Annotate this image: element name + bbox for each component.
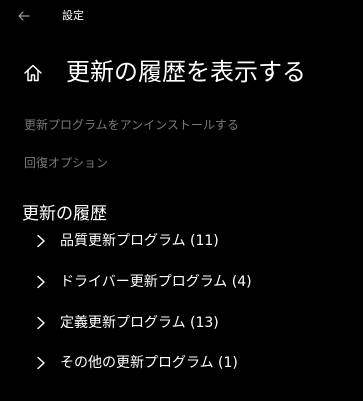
- title-bar: 設定: [0, 0, 363, 32]
- chevron-right-icon: [37, 234, 45, 248]
- history-group-quality-updates[interactable]: 品質更新プログラム (11): [26, 226, 346, 256]
- history-group-definition-updates[interactable]: 定義更新プログラム (13): [26, 308, 346, 338]
- history-group-label: 定義更新プログラム (13): [60, 315, 219, 331]
- home-icon: [24, 64, 42, 82]
- history-group-label: 品質更新プログラム (11): [60, 233, 219, 249]
- page-header: 更新の履歴を表示する: [0, 52, 363, 92]
- history-group-label: ドライバー更新プログラム (4): [60, 274, 252, 290]
- history-group-driver-updates[interactable]: ドライバー更新プログラム (4): [26, 267, 346, 297]
- history-group-label: その他の更新プログラム (1): [60, 355, 238, 371]
- back-button[interactable]: [12, 6, 36, 26]
- back-arrow-icon: [18, 11, 30, 21]
- chevron-right-icon: [37, 275, 45, 289]
- chevron-right-icon: [37, 316, 45, 330]
- window-title: 設定: [62, 9, 84, 22]
- recovery-options-link[interactable]: 回復オプション: [24, 155, 108, 171]
- history-group-other-updates[interactable]: その他の更新プログラム (1): [26, 348, 346, 378]
- uninstall-updates-link[interactable]: 更新プログラムをアンインストールする: [24, 117, 239, 133]
- home-button[interactable]: [22, 62, 44, 84]
- page-title: 更新の履歴を表示する: [66, 58, 306, 86]
- update-history-heading: 更新の履歴: [22, 204, 107, 224]
- chevron-right-icon: [37, 356, 45, 370]
